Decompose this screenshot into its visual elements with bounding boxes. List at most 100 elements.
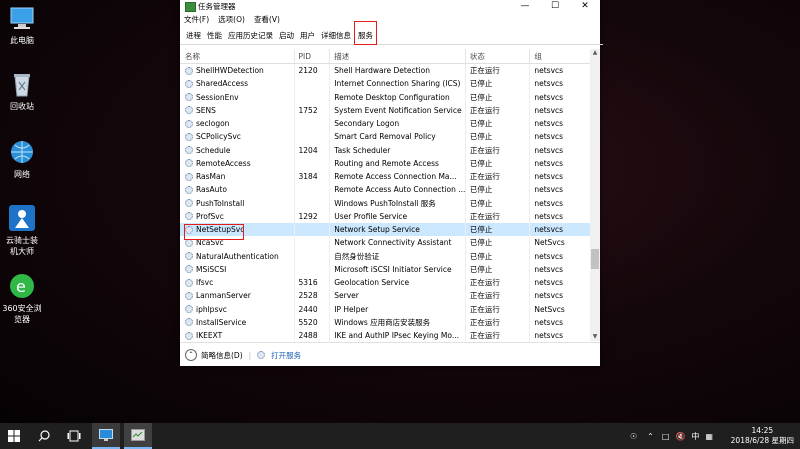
service-name-cell: SCPolicySvc	[180, 132, 294, 141]
clock[interactable]: 14:25 2018/6/28 星期四	[731, 426, 794, 446]
description-cell: Network Setup Service	[329, 223, 465, 237]
action-center-icon[interactable]: □	[662, 432, 670, 441]
service-gear-icon	[185, 93, 193, 102]
title-bar[interactable]: 任务管理器 — ☐ ✕	[180, 0, 600, 13]
table-row[interactable]: SharedAccess Internet Connection Sharing …	[180, 77, 592, 91]
service-gear-icon	[185, 318, 193, 327]
group-cell: netsvcs	[529, 170, 592, 184]
table-row[interactable]: SENS 1752 System Event Notification Servic…	[180, 103, 592, 117]
table-row[interactable]: Schedule 1204 Task Scheduler 正在运行 netsvcs	[180, 143, 592, 157]
service-name-cell-text: SCPolicySvc	[196, 132, 241, 142]
description-cell: System Event Notification Service	[329, 103, 465, 117]
table-row[interactable]: RemoteAccess Routing and Remote Access 已停止…	[180, 156, 592, 170]
description-cell-text: Windows PushToInstall 服务	[334, 198, 436, 208]
table-row[interactable]: SCPolicySvc Smart Card Removal Policy 已停止 n…	[180, 130, 592, 144]
table-row[interactable]: RasMan 3184 Remote Access Connection Ma...…	[180, 170, 592, 184]
table-row[interactable]: InstallService 5520 Windows 应用商店安装服务 正在运行 ne…	[180, 315, 592, 329]
task-view-button[interactable]	[60, 423, 88, 449]
chevron-up-tray-icon[interactable]: ⌃	[647, 432, 654, 441]
pid-cell: 2120	[293, 64, 330, 78]
open-services-link[interactable]: 打开服务	[271, 350, 301, 361]
group-cell: NetSvcs	[529, 236, 592, 250]
ime-indicator[interactable]: 中	[691, 431, 699, 442]
scroll-thumb[interactable]	[591, 249, 599, 269]
people-icon[interactable]: ☉	[630, 432, 637, 441]
desktop-icon-recycle-bin[interactable]: 回收站	[0, 70, 44, 112]
table-row[interactable]: seclogon Secondary Logon 已停止 netsvcs	[180, 117, 592, 131]
group-cell: netsvcs	[529, 64, 592, 78]
description-cell: Windows PushToInstall 服务	[329, 196, 465, 210]
table-row[interactable]: PushToInstall Windows PushToInstall 服务 已停止…	[180, 196, 592, 210]
service-name-cell-text: MSiSCSI	[196, 264, 227, 274]
service-gear-icon	[185, 331, 193, 340]
table-row[interactable]: LanmanServer 2528 Server 正在运行 netsvcs	[180, 289, 592, 303]
close-button[interactable]: ✕	[570, 0, 600, 12]
service-name-cell-text: iphlpsvc	[196, 304, 227, 314]
service-name-cell-text: SENS	[196, 105, 216, 115]
pid-cell: 2440	[293, 302, 330, 316]
minimize-button[interactable]: —	[510, 0, 540, 12]
pid-cell: 1292	[293, 209, 330, 223]
pid-cell: 1752	[293, 103, 330, 117]
network-tray-icon[interactable]: ▦	[705, 432, 713, 441]
tab-users[interactable]: 用户	[297, 28, 318, 44]
status-cell: 已停止	[464, 183, 530, 197]
desktop-icon-label: 此电脑	[10, 36, 34, 45]
column-header-group[interactable]: 组	[529, 49, 592, 63]
pid-cell-text: 1204	[298, 145, 318, 155]
table-row[interactable]: iphlpsvc 2440 IP Helper 正在运行 NetSvcs	[180, 302, 592, 316]
column-header-status[interactable]: 状态	[464, 49, 530, 63]
desktop-icon-network[interactable]: 网络	[0, 138, 44, 180]
status-cell: 已停止	[464, 77, 530, 91]
start-button[interactable]	[0, 423, 28, 449]
description-cell-text: Smart Card Removal Policy	[334, 132, 436, 142]
table-row[interactable]: ShellHWDetection 2120 Shell Hardware Detec…	[180, 64, 592, 78]
table-row[interactable]: NaturalAuthentication 自然身份验证 已停止 netsvcs	[180, 249, 592, 263]
tab-services[interactable]: 服务	[354, 21, 377, 45]
service-gear-icon	[185, 106, 193, 115]
table-row[interactable]: ProfSvc 1292 User Profile Service 正在运行 netsv…	[180, 209, 592, 223]
chevron-up-icon[interactable]: ⌃	[185, 349, 197, 361]
pid-cell-text: 2528	[298, 291, 318, 301]
description-cell-text: System Event Notification Service	[334, 105, 462, 115]
status-cell: 正在运行	[464, 103, 530, 117]
description-cell: Remote Desktop Configuration	[329, 90, 465, 104]
desktop-icon-yunqishi[interactable]: 云骑士装机大师	[0, 204, 44, 257]
tab-details[interactable]: 详细信息	[318, 28, 354, 44]
system-tray: ☉ ⌃ □ 🔇 中 ▦	[630, 423, 713, 449]
table-row[interactable]: IKEEXT 2488 IKE and AuthIP IPsec Keying Mo…	[180, 329, 592, 341]
tab-startup[interactable]: 启动	[276, 28, 297, 44]
column-header-pid[interactable]: PID	[293, 49, 330, 63]
volume-muted-icon[interactable]: 🔇	[675, 432, 685, 441]
service-name-cell-text: RasAuto	[196, 185, 227, 195]
scroll-down-icon[interactable]: ▼	[591, 333, 599, 341]
table-row[interactable]: lfsvc 5316 Geolocation Service 正在运行 netsvcs	[180, 276, 592, 290]
service-name-cell-text: ShellHWDetection	[196, 66, 264, 76]
window-title: 任务管理器	[198, 2, 236, 11]
menu-options[interactable]: 选项(O)	[218, 14, 245, 25]
column-header-description[interactable]: 描述	[329, 49, 465, 63]
scroll-up-icon[interactable]: ▲	[591, 49, 599, 57]
table-row[interactable]: SessionEnv Remote Desktop Configuration 已停…	[180, 90, 592, 104]
desktop-icon-this-pc[interactable]: 此电脑	[0, 4, 44, 46]
description-cell: Task Scheduler	[329, 143, 465, 157]
taskbar-app-monitor[interactable]	[92, 423, 120, 449]
vertical-scrollbar[interactable]: ▲ ▼	[590, 49, 600, 341]
status-cell: 已停止	[464, 130, 530, 144]
taskbar-app-task-manager[interactable]	[124, 423, 152, 449]
table-row[interactable]: RasAuto Remote Access Auto Connection ...…	[180, 183, 592, 197]
tab-processes[interactable]: 进程	[183, 28, 204, 44]
tab-performance[interactable]: 性能	[204, 28, 225, 44]
tab-app-history[interactable]: 应用历史记录	[225, 28, 276, 44]
status-cell: 已停止	[464, 117, 530, 131]
service-name-cell-text: ProfSvc	[196, 211, 224, 221]
column-header-name[interactable]: 名称	[180, 51, 294, 62]
search-button[interactable]	[30, 423, 58, 449]
fewer-details-button[interactable]: 简略信息(D)	[201, 350, 243, 361]
menu-view[interactable]: 查看(V)	[254, 14, 280, 25]
table-row[interactable]: MSiSCSI Microsoft iSCSI Initiator Service…	[180, 262, 592, 276]
maximize-button[interactable]: ☐	[540, 0, 570, 12]
status-cell-text: 已停止	[469, 225, 493, 235]
menu-file[interactable]: 文件(F)	[184, 14, 209, 25]
desktop-icon-360-browser[interactable]: e 360安全浏览器	[0, 272, 44, 325]
